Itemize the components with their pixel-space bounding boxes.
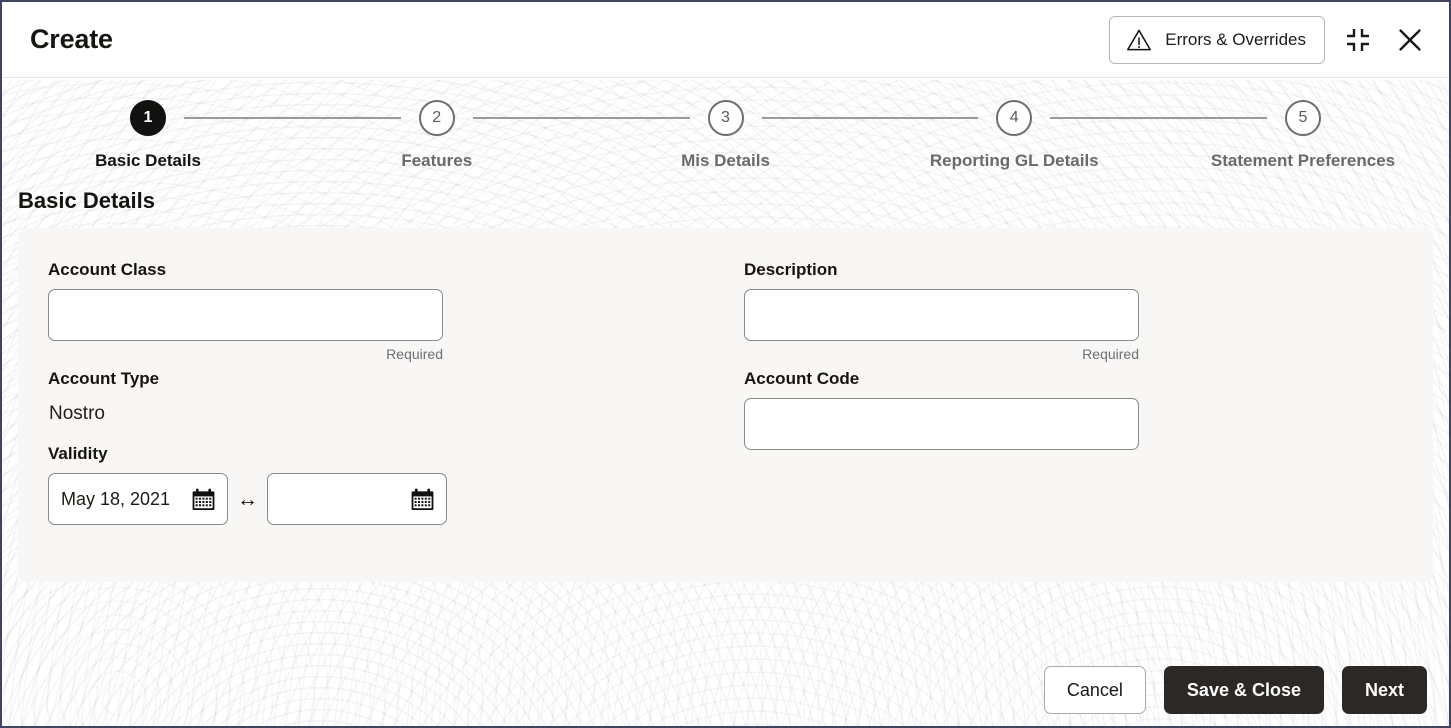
page-title: Create [30,24,113,54]
field-validity: Validity May 18, 2021 ↔ [48,444,744,525]
collapse-corners-icon[interactable] [1339,21,1377,59]
section-heading: Basic Details [18,188,155,213]
description-input[interactable] [744,289,1139,341]
step-number-5[interactable]: 5 [1285,100,1321,136]
account-type-label: Account Type [48,369,160,388]
field-description: Description Required [744,260,1440,362]
errors-and-overrides-label: Errors & Overrides [1165,29,1306,49]
step-connector-3-4 [761,117,979,119]
step-reporting-gl-details[interactable]: 4 Reporting GL Details [930,100,1099,171]
field-account-code: Account Code [744,369,1440,450]
account-type-value: Nostro [49,403,105,424]
step-number-1[interactable]: 1 [130,100,166,136]
warning-triangle-icon [1126,28,1152,52]
create-dialog-window: Create Errors & Overrides 1 Basic Detail… [0,0,1451,728]
cancel-button[interactable]: Cancel [1043,666,1146,714]
date-range-separator-icon: ↔ [237,487,258,511]
validity-date-range: May 18, 2021 ↔ [48,473,744,525]
step-mis-details[interactable]: 3 Mis Details [681,100,770,171]
validity-start-date-input[interactable]: May 18, 2021 [48,473,228,525]
next-button[interactable]: Next [1341,666,1427,714]
calendar-icon[interactable] [410,487,435,512]
field-account-class: Account Class Required [48,260,744,362]
step-features[interactable]: 2 Features [401,100,473,171]
validity-label: Validity [48,444,108,463]
step-basic-details[interactable]: 1 Basic Details [95,100,201,171]
account-class-input[interactable] [48,289,443,341]
description-required-text: Required [1082,346,1139,362]
step-connector-2-3 [472,117,690,119]
account-code-input[interactable] [744,398,1139,450]
account-code-label: Account Code [744,369,860,388]
step-statement-preferences[interactable]: 5 Statement Preferences [1211,100,1395,171]
description-label: Description [744,260,838,279]
calendar-icon[interactable] [191,487,216,512]
step-connector-1-2 [184,117,401,119]
step-label-3: Mis Details [681,151,770,170]
dialog-footer: Cancel Save & Close Next [2,654,1449,726]
header-actions: Errors & Overrides [1109,15,1429,64]
validity-start-date-value: May 18, 2021 [61,488,171,509]
step-label-5: Statement Preferences [1210,151,1396,170]
step-connector-4-5 [1050,117,1267,119]
wizard-stepper: 1 Basic Details 2 Features 3 Mis Details… [2,78,1449,188]
step-label-1: Basic Details [95,151,201,170]
account-class-required-text: Required [386,346,443,362]
dialog-header: Create Errors & Overrides [2,2,1449,78]
step-label-4: Reporting GL Details [929,151,1099,170]
account-class-label: Account Class [48,260,167,279]
form-column-right: Description Required Account Code [744,260,1440,525]
step-label-2: Features [401,151,473,170]
step-number-2[interactable]: 2 [418,100,455,136]
validity-end-date-input[interactable] [267,473,447,525]
basic-details-form-card: Account Class Required Account Type Nost… [18,228,1433,582]
save-and-close-button[interactable]: Save & Close [1163,666,1324,714]
step-number-3[interactable]: 3 [707,100,744,136]
close-x-icon[interactable] [1391,21,1429,59]
step-number-4[interactable]: 4 [996,100,1033,136]
field-account-type: Account Type Nostro [48,369,744,425]
form-column-left: Account Class Required Account Type Nost… [48,260,744,525]
errors-and-overrides-button[interactable]: Errors & Overrides [1109,15,1325,64]
